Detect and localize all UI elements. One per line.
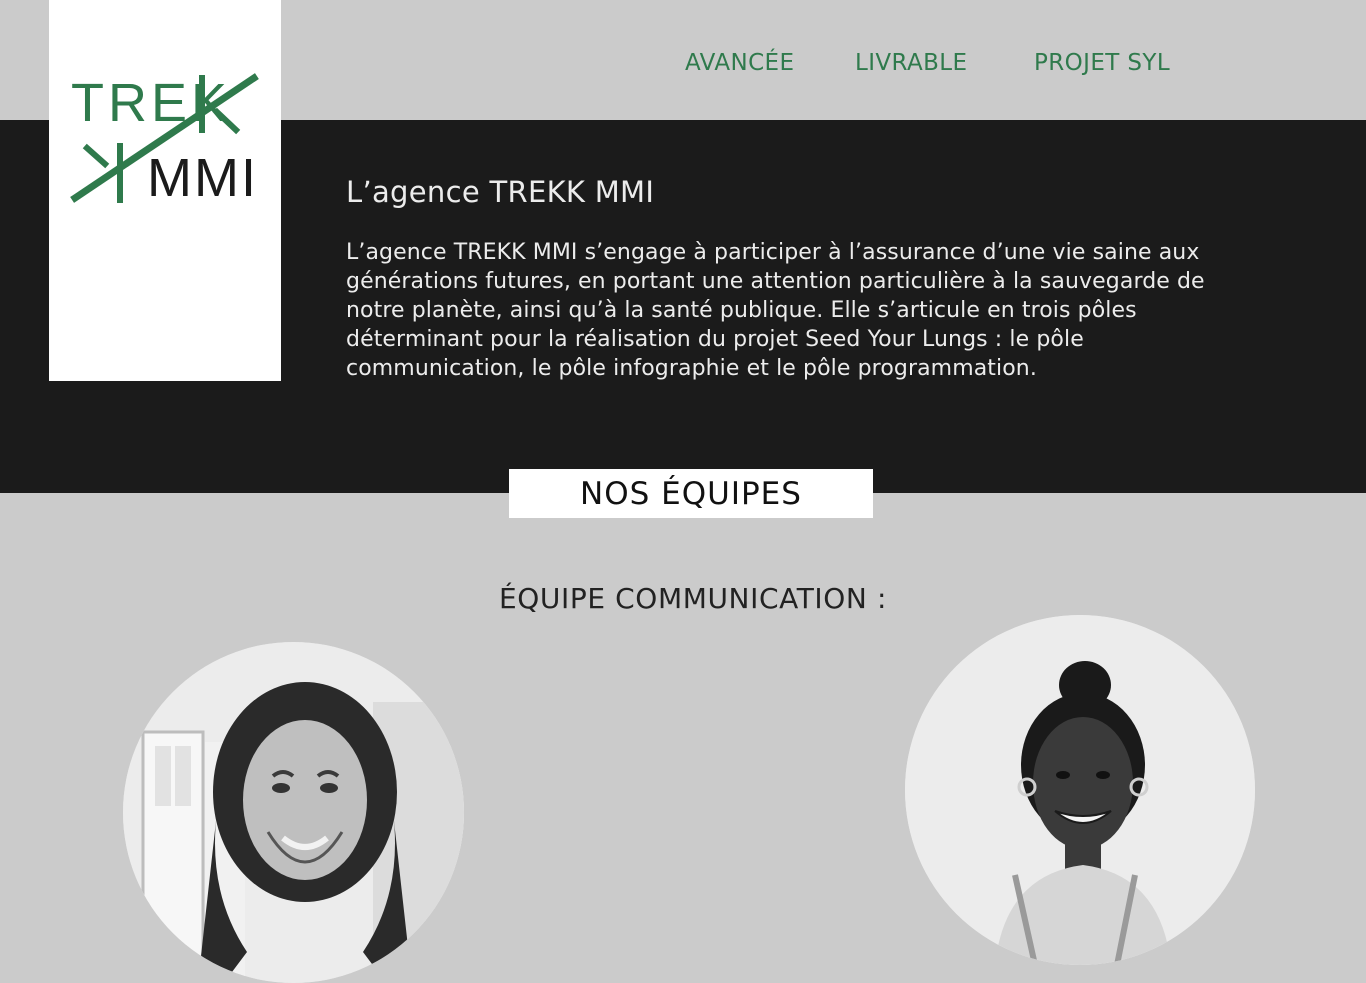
logo-text-trek: TREK xyxy=(71,73,231,133)
nav-link-projet-syl[interactable]: PROJET SYL xyxy=(1034,50,1170,76)
trekk-mmi-logo-graphic: TREK MMI xyxy=(70,73,259,208)
teams-badge: NOS ÉQUIPES xyxy=(509,469,873,518)
communication-team-heading: ÉQUIPE COMMUNICATION : xyxy=(499,582,887,615)
brand-logo[interactable]: TREK MMI xyxy=(49,0,281,381)
hero-description: L’agence TREKK MMI s’engage à participer… xyxy=(346,240,1205,381)
member-photo-woman-hair-bun xyxy=(905,615,1255,965)
member-photo-man-long-hair xyxy=(123,642,464,983)
team-member-portrait-2[interactable] xyxy=(905,615,1255,965)
hero-title: L’agence TREKK MMI xyxy=(346,175,655,209)
logo-text-mmi: MMI xyxy=(147,148,258,208)
nav-link-avancee[interactable]: AVANCÉE xyxy=(685,50,794,76)
nav-link-livrable[interactable]: LIVRABLE xyxy=(855,50,967,76)
team-member-portrait-1[interactable] xyxy=(123,642,464,983)
